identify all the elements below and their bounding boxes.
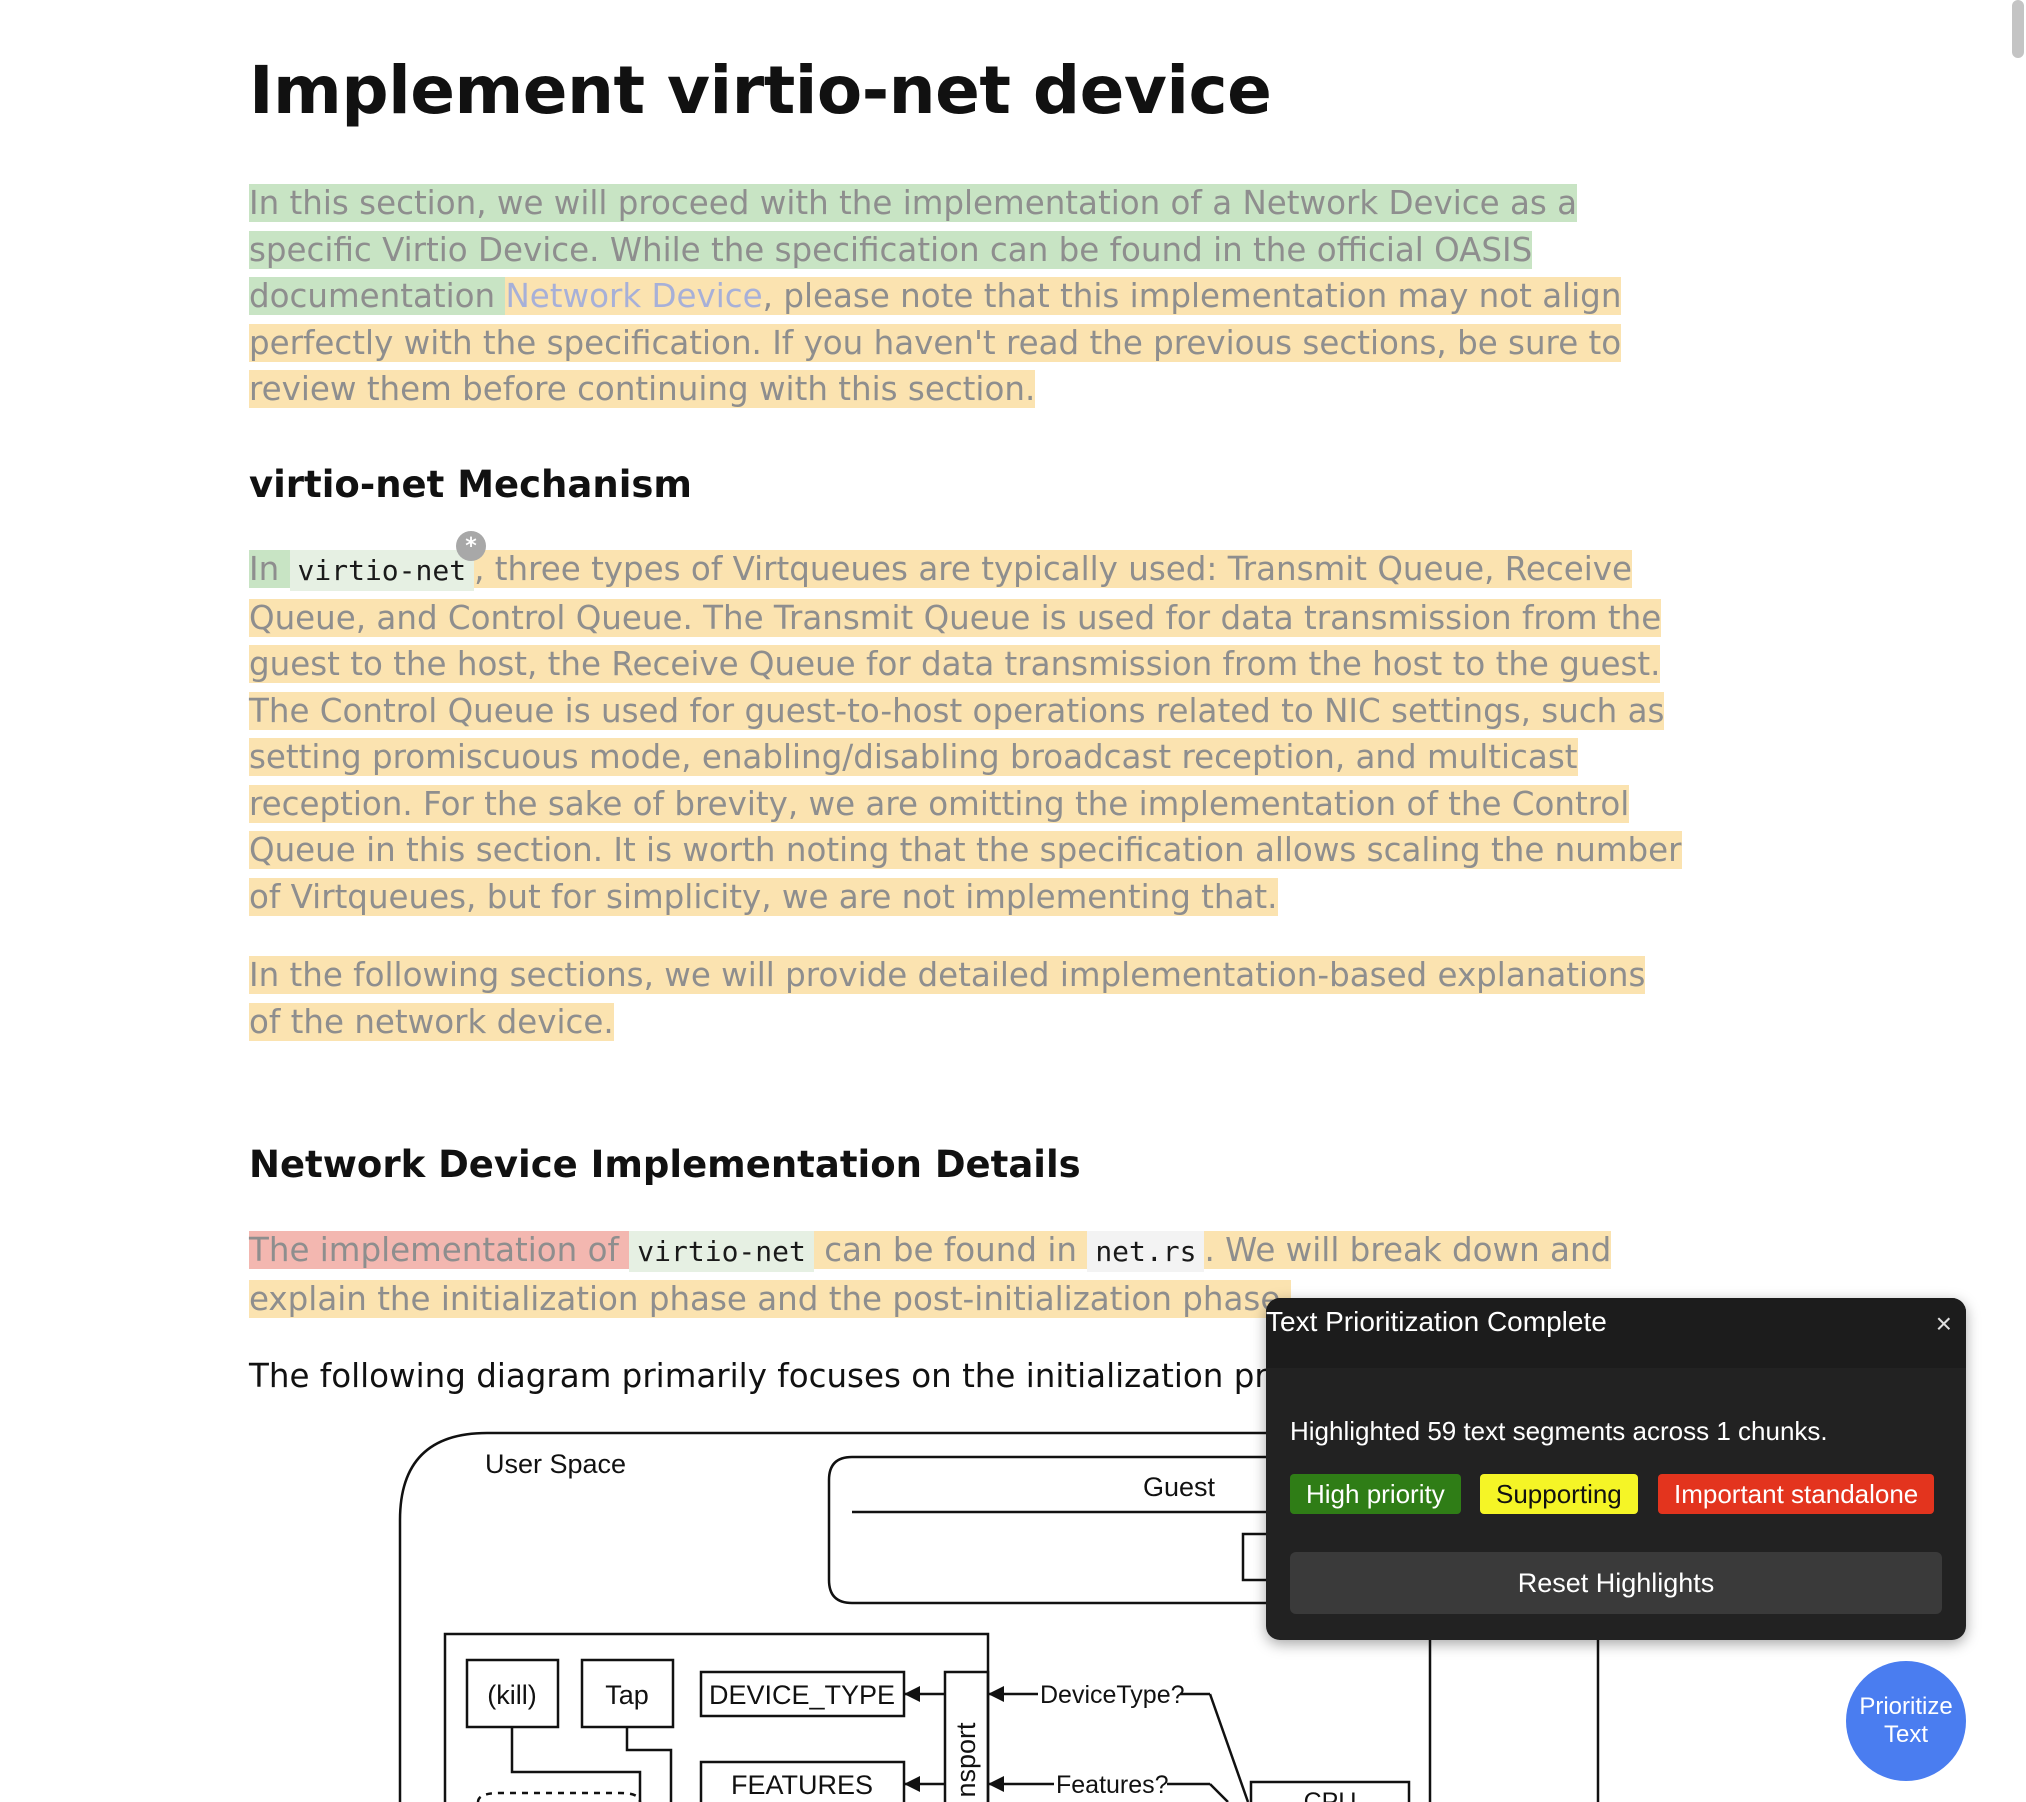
inline-code: virtio-net: [629, 1231, 814, 1272]
highlight-important-standalone: The implementation of: [249, 1231, 630, 1269]
prioritization-popup: Text Prioritization Complete × Highlight…: [1266, 1298, 1966, 1640]
guest-label: Guest: [1143, 1472, 1216, 1502]
following-sections-paragraph: In the following sections, we will provi…: [249, 952, 1649, 1045]
device-type-label: DEVICE_TYPE: [709, 1680, 895, 1710]
tap-box: [580, 1658, 675, 1729]
transport-label: nsport: [951, 1722, 981, 1798]
legend-supporting: Supporting: [1480, 1474, 1638, 1514]
prioritize-text-button[interactable]: Prioritize Text: [1846, 1661, 1966, 1781]
legend-high-priority: High priority: [1290, 1474, 1461, 1514]
inline-code: net.rs: [1087, 1231, 1205, 1272]
section-heading-implementation: Network Device Implementation Details: [249, 1143, 1081, 1186]
popup-header: Text Prioritization Complete ×: [1266, 1298, 1966, 1368]
tap-label: Tap: [605, 1680, 649, 1710]
user-space-label: User Space: [485, 1449, 626, 1479]
close-icon[interactable]: ×: [1936, 1308, 1952, 1340]
page: User Space Guest (kill) Tap DEVICE_TYPE …: [0, 0, 2026, 1802]
popup-title: Text Prioritization Complete: [1266, 1306, 1607, 1337]
highlight-supporting: , three types of Virtqueues are typicall…: [249, 550, 1682, 916]
device-type-query-label: DeviceType?: [1040, 1681, 1185, 1709]
transport-box: [943, 1670, 990, 1802]
features-query-label: Features?: [1056, 1771, 1169, 1799]
section-heading-mechanism: virtio-net Mechanism: [249, 463, 692, 506]
intro-paragraph: In this section, we will proceed with th…: [249, 180, 1709, 413]
mechanism-paragraph: In virtio-net, three types of Virtqueues…: [249, 546, 1709, 920]
legend-important-standalone: Important standalone: [1658, 1474, 1935, 1514]
cpu-label: CPU: [1304, 1788, 1357, 1802]
cpu-box: [1249, 1780, 1411, 1802]
features-label: FEATURES: [731, 1770, 873, 1800]
highlight-supporting: can be found in: [813, 1231, 1088, 1269]
device-box: [443, 1632, 990, 1802]
reset-highlights-button[interactable]: Reset Highlights: [1290, 1552, 1942, 1614]
prioritize-text-label-line2: Text: [1883, 1721, 1928, 1748]
kill-box: [465, 1658, 560, 1729]
inline-code: virtio-net: [289, 550, 475, 591]
highlight-high-priority: In: [249, 550, 290, 588]
popup-summary: Highlighted 59 text segments across 1 ch…: [1290, 1416, 1828, 1446]
features-box: [699, 1760, 906, 1802]
scrollbar-thumb[interactable]: [2012, 0, 2024, 58]
page-title: Implement virtio-net device: [249, 52, 1272, 129]
prioritize-text-label-line1: Prioritize: [1859, 1693, 1953, 1720]
network-device-link[interactable]: Network Device: [505, 277, 762, 315]
asterisk-badge[interactable]: *: [456, 531, 486, 561]
user-space-box: [398, 1431, 1300, 1802]
kill-label: (kill): [487, 1680, 536, 1710]
highlight-supporting: In the following sections, we will provi…: [249, 956, 1646, 1041]
guest-box: [827, 1455, 1300, 1605]
device-type-box: [699, 1670, 906, 1718]
